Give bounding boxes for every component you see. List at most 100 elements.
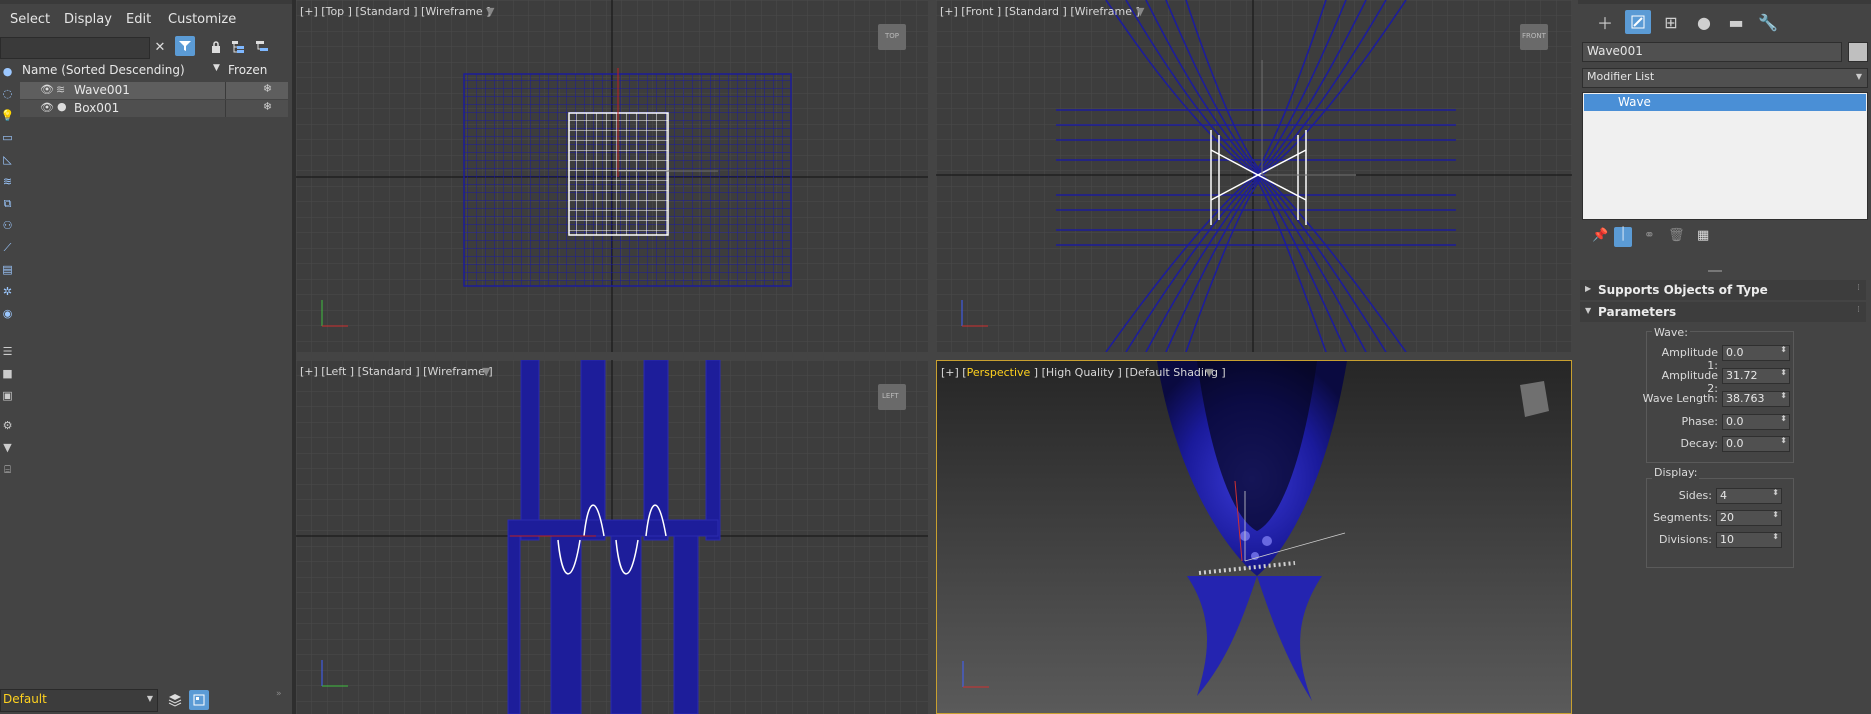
spinner-arrows-icon[interactable]: ⬍ bbox=[1772, 510, 1779, 519]
menu-select[interactable]: Select bbox=[10, 12, 50, 27]
layer-dropdown[interactable]: Default ▼ bbox=[0, 689, 158, 712]
lock-icon[interactable] bbox=[206, 37, 226, 57]
pin-stack-icon[interactable]: 📌 bbox=[1592, 228, 1608, 243]
viewport-label-prefix: [+] [ bbox=[941, 366, 967, 379]
frame-icon[interactable]: ▣ bbox=[0, 388, 15, 403]
utilities-tab-icon[interactable]: 🔧 bbox=[1755, 10, 1781, 34]
spinner-arrows-icon[interactable]: ⬍ bbox=[1772, 532, 1779, 541]
spinner-arrows-icon[interactable]: ⬍ bbox=[1780, 345, 1787, 354]
viewport-top-label[interactable]: [+] [Top ] [Standard ] [Wireframe ] bbox=[300, 5, 491, 18]
spinner-arrows-icon[interactable]: ⬍ bbox=[1780, 436, 1787, 445]
groups-filter-icon[interactable]: ⧉ bbox=[0, 196, 15, 211]
wavelength-spinner[interactable]: 38.763 ⬍ bbox=[1722, 391, 1790, 407]
cameras-filter-icon[interactable]: ▭ bbox=[0, 130, 15, 145]
viewport-left-label[interactable]: [+] [Left ] [Standard ] [Wireframe ] bbox=[300, 365, 493, 378]
create-tab-icon[interactable]: ＋ bbox=[1592, 10, 1618, 34]
viewport-filter-icon[interactable]: ▼ bbox=[482, 365, 490, 378]
menu-edit[interactable]: Edit bbox=[126, 12, 151, 27]
layer-manager-icon[interactable]: ⌸ bbox=[0, 462, 15, 477]
viewport-filter-icon[interactable]: ▼ bbox=[1205, 366, 1213, 379]
wavelength-value: 38.763 bbox=[1726, 392, 1765, 405]
bones-filter-icon[interactable]: ⟋ bbox=[0, 240, 15, 255]
sort-arrow-icon[interactable]: ▼ bbox=[213, 63, 220, 73]
amplitude2-value: 31.72 bbox=[1726, 369, 1758, 382]
select-all-icon[interactable]: ■ bbox=[0, 366, 15, 381]
eye-icon[interactable]: 👁 bbox=[40, 101, 54, 114]
viewport-left[interactable]: [+] [Left ] [Standard ] [Wireframe ] ▼ L… bbox=[296, 360, 928, 714]
display-group-label: Display: bbox=[1652, 466, 1700, 479]
hierarchy-icon[interactable] bbox=[228, 37, 248, 57]
helpers-filter-icon[interactable]: ◺ bbox=[0, 152, 15, 167]
sphere-dot-icon: ● bbox=[57, 100, 67, 113]
viewcube-front[interactable]: FRONT bbox=[1522, 32, 1546, 40]
viewport-filter-icon[interactable]: ▼ bbox=[1136, 5, 1144, 18]
filter-settings-icon[interactable]: ⚙ bbox=[0, 418, 15, 433]
phase-spinner[interactable]: 0.0 ⬍ bbox=[1722, 414, 1790, 430]
layers-icon[interactable] bbox=[165, 690, 185, 710]
filter-toggle-icon[interactable] bbox=[175, 36, 195, 56]
hierarchy-tab-icon[interactable]: ⊞ bbox=[1658, 10, 1684, 34]
sides-spinner[interactable]: 4 ⬍ bbox=[1716, 488, 1782, 504]
make-unique-icon[interactable]: ⚭ bbox=[1644, 228, 1655, 243]
lights-filter-icon[interactable]: 💡 bbox=[0, 108, 15, 123]
segments-spinner[interactable]: 20 ⬍ bbox=[1716, 510, 1782, 526]
object-name-field[interactable]: Wave001 bbox=[1582, 42, 1842, 62]
object-name-value: Wave001 bbox=[1587, 44, 1643, 58]
column-frozen-header[interactable]: Frozen bbox=[228, 63, 267, 77]
layer-tree-icon[interactable] bbox=[252, 37, 272, 57]
scene-explorer-mode-icon[interactable] bbox=[189, 690, 209, 710]
modifier-list-dropdown[interactable]: Modifier List ▼ bbox=[1582, 68, 1868, 88]
eye-icon[interactable]: 👁 bbox=[40, 83, 54, 96]
table-row[interactable]: 👁 ● Box001 ❄ bbox=[20, 100, 288, 117]
chevron-down-icon: ▼ bbox=[1855, 72, 1862, 81]
amplitude2-spinner[interactable]: 31.72 ⬍ bbox=[1722, 368, 1790, 384]
remove-modifier-icon[interactable]: 🗑 bbox=[1668, 228, 1685, 243]
display-tab-icon[interactable]: ▬ bbox=[1723, 10, 1749, 34]
splitter-grip[interactable] bbox=[1708, 270, 1722, 272]
viewcube-left[interactable]: LEFT bbox=[882, 392, 899, 400]
xrefs-filter-icon[interactable]: ⚇ bbox=[0, 218, 15, 233]
clear-search-icon[interactable]: ✕ bbox=[150, 37, 170, 57]
decay-spinner[interactable]: 0.0 ⬍ bbox=[1722, 436, 1790, 452]
table-row[interactable]: 👁 ≋ Wave001 ❄ bbox=[20, 82, 288, 99]
column-name-header[interactable]: Name (Sorted Descending) bbox=[22, 63, 185, 77]
expand-icon[interactable]: » bbox=[276, 689, 282, 699]
search-input[interactable] bbox=[0, 37, 150, 59]
spinner-arrows-icon[interactable]: ⬍ bbox=[1780, 414, 1787, 423]
rollout-supports-objects[interactable]: ▶ Supports Objects of Type ⁞ bbox=[1580, 280, 1866, 300]
menu-customize[interactable]: Customize bbox=[168, 12, 236, 27]
geometry-filter-icon[interactable]: ● bbox=[0, 64, 15, 79]
viewcube-top[interactable]: TOP bbox=[885, 32, 899, 40]
modifier-stack: Wave bbox=[1582, 92, 1868, 220]
amplitude1-spinner[interactable]: 0.0 ⬍ bbox=[1722, 345, 1790, 361]
scene-explorer: Select Display Edit Customize ✕ ● ◌ 💡 ▭ … bbox=[0, 0, 292, 714]
rollout-parameters[interactable]: ▼ Parameters ⁞ bbox=[1580, 302, 1866, 322]
viewport-perspective-label[interactable]: [+] [Perspective ] [High Quality ] [Defa… bbox=[941, 366, 1226, 379]
viewport-perspective[interactable]: [+] [Perspective ] [High Quality ] [Defa… bbox=[936, 360, 1572, 714]
viewport-filter-icon[interactable]: ▼ bbox=[486, 5, 494, 18]
divisions-spinner[interactable]: 10 ⬍ bbox=[1716, 532, 1782, 548]
spinner-arrows-icon[interactable]: ⬍ bbox=[1772, 488, 1779, 497]
viewport-divider[interactable] bbox=[296, 352, 1572, 360]
viewport-front[interactable]: [+] [Front ] [Standard ] [Wireframe ] ▼ … bbox=[936, 0, 1572, 352]
visibility-filter-icon[interactable]: ◉ bbox=[0, 306, 15, 321]
menu-display[interactable]: Display bbox=[64, 12, 112, 27]
shapes-filter-icon[interactable]: ◌ bbox=[0, 86, 15, 101]
rollout-grip-icon: ⁞ bbox=[1857, 305, 1860, 315]
stack-item-wave[interactable]: Wave bbox=[1584, 94, 1866, 111]
particles-filter-icon[interactable]: ✲ bbox=[0, 284, 15, 299]
funnel-icon[interactable]: ▼ bbox=[0, 440, 15, 455]
viewport-front-label[interactable]: [+] [Front ] [Standard ] [Wireframe ] bbox=[940, 5, 1140, 18]
modify-tab-icon[interactable] bbox=[1625, 10, 1651, 34]
list-view-icon[interactable]: ☰ bbox=[0, 344, 15, 359]
expand-arrow-icon: ▶ bbox=[1585, 284, 1592, 293]
containers-filter-icon[interactable]: ▤ bbox=[0, 262, 15, 277]
configure-modifier-sets-icon[interactable]: ▦ bbox=[1697, 228, 1709, 243]
spacewarps-filter-icon[interactable]: ≋ bbox=[0, 174, 15, 189]
show-end-result-icon[interactable]: ⏐ bbox=[1614, 227, 1632, 247]
object-color-swatch[interactable] bbox=[1848, 42, 1868, 62]
motion-tab-icon[interactable]: ● bbox=[1691, 10, 1717, 34]
spinner-arrows-icon[interactable]: ⬍ bbox=[1780, 368, 1787, 377]
spinner-arrows-icon[interactable]: ⬍ bbox=[1780, 391, 1787, 400]
viewport-top[interactable]: [+] [Top ] [Standard ] [Wireframe ] ▼ TO… bbox=[296, 0, 928, 352]
